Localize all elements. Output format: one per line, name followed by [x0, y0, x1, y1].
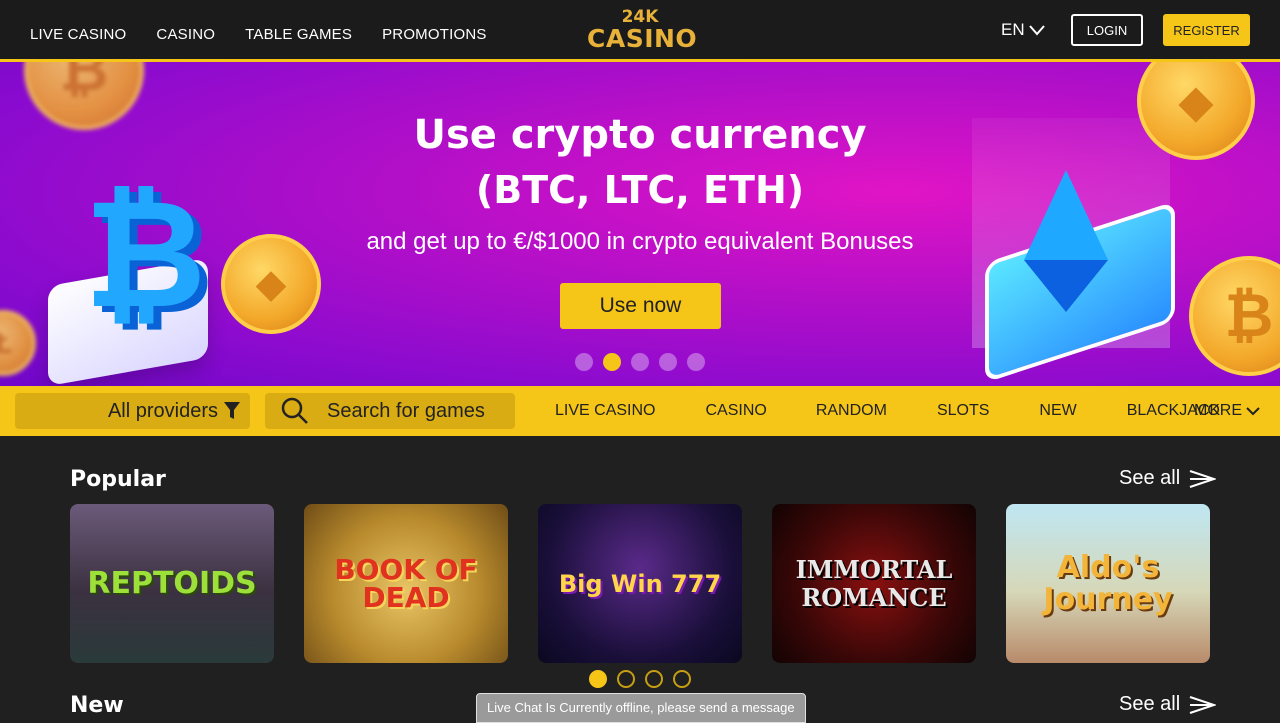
site-logo[interactable]: 24K CASINO	[587, 8, 698, 54]
category-tabs: LIVE CASINO CASINO RANDOM SLOTS NEW BLAC…	[555, 402, 1270, 420]
chevron-down-icon	[1028, 25, 1045, 36]
banner-dot[interactable]	[687, 353, 705, 371]
logo-bottom-text: CASINO	[587, 24, 698, 53]
game-search[interactable]	[265, 393, 515, 429]
popular-section-title: Popular	[70, 467, 166, 492]
game-tile-title: Aldo's Journey	[1043, 549, 1173, 617]
banner-title-line2: (BTC, LTC, ETH)	[475, 168, 805, 212]
game-tile[interactable]: Big Win 777	[538, 504, 742, 663]
more-label: MORE	[1194, 402, 1242, 419]
banner-dot[interactable]	[575, 353, 593, 371]
register-button[interactable]: REGISTER	[1163, 14, 1250, 46]
nav-table-games[interactable]: TABLE GAMES	[245, 26, 352, 43]
game-tile-title: Big Win 777	[558, 569, 722, 598]
promo-banner[interactable]: ₿ ◆ Ł ₿ ◆ ₿ Use crypto currency (BTC, LT…	[0, 62, 1280, 386]
site-header: LIVE CASINO CASINO TABLE GAMES PROMOTION…	[0, 0, 1280, 62]
main-nav: LIVE CASINO CASINO TABLE GAMES PROMOTION…	[30, 26, 487, 43]
litecoin-coin-icon: Ł	[0, 310, 36, 376]
banner-subtitle: and get up to €/$1000 in crypto equivale…	[366, 228, 914, 255]
live-chat-widget[interactable]: Live Chat Is Currently offline, please s…	[476, 693, 806, 723]
game-tile-title: REPTOIDS	[87, 566, 257, 601]
game-filter-bar: All providers LIVE CASINO CASINO RANDOM …	[0, 386, 1280, 436]
banner-dot-active[interactable]	[603, 353, 621, 371]
popular-pagination	[589, 670, 691, 688]
providers-label: All providers	[107, 399, 218, 422]
chevron-down-icon	[1246, 407, 1260, 416]
tab-casino[interactable]: CASINO	[705, 402, 766, 420]
language-selector[interactable]: EN	[1001, 20, 1045, 40]
tab-live-casino[interactable]: LIVE CASINO	[555, 402, 655, 420]
banner-dot[interactable]	[659, 353, 677, 371]
game-tile-title: BOOK OF DEAD	[334, 552, 478, 614]
carousel-dot[interactable]	[645, 670, 663, 688]
tab-random[interactable]: RANDOM	[816, 402, 887, 420]
game-tile[interactable]: Aldo's Journey	[1006, 504, 1210, 663]
banner-dot[interactable]	[631, 353, 649, 371]
game-tile[interactable]: IMMORTAL ROMANCE	[772, 504, 976, 663]
banner-title-line1: Use crypto currency	[413, 112, 867, 158]
carousel-dot[interactable]	[673, 670, 691, 688]
carousel-dot-active[interactable]	[589, 670, 607, 688]
bitcoin-coin-icon: ₿	[1189, 256, 1280, 376]
see-all-label: See all	[1119, 467, 1181, 489]
language-code: EN	[1001, 20, 1025, 39]
new-see-all-link[interactable]: See all	[1119, 693, 1217, 716]
game-tile[interactable]: REPTOIDS	[70, 504, 274, 663]
tab-new[interactable]: NEW	[1039, 402, 1076, 420]
providers-dropdown[interactable]: All providers	[15, 393, 250, 429]
carousel-dot[interactable]	[617, 670, 635, 688]
popular-games-row: REPTOIDS BOOK OF DEAD Big Win 777 IMMORT…	[70, 504, 1210, 663]
game-tile[interactable]: BOOK OF DEAD	[304, 504, 508, 663]
arrow-right-icon	[1189, 695, 1217, 714]
login-button[interactable]: LOGIN	[1071, 14, 1143, 46]
more-categories-button[interactable]: MORE	[1194, 402, 1260, 420]
use-now-button[interactable]: Use now	[560, 283, 721, 329]
nav-live-casino[interactable]: LIVE CASINO	[30, 26, 126, 43]
game-tile-title: IMMORTAL ROMANCE	[795, 554, 953, 612]
see-all-label: See all	[1119, 693, 1181, 715]
ethereum-3d-icon-bottom	[1024, 260, 1108, 312]
popular-see-all-link[interactable]: See all	[1119, 467, 1217, 490]
new-section-title: New	[70, 693, 124, 718]
search-input[interactable]	[327, 399, 497, 423]
search-icon	[281, 397, 308, 424]
nav-promotions[interactable]: PROMOTIONS	[382, 26, 487, 43]
arrow-right-icon	[1189, 469, 1217, 488]
nav-casino[interactable]: CASINO	[156, 26, 215, 43]
banner-pagination	[575, 353, 705, 371]
tab-slots[interactable]: SLOTS	[937, 402, 989, 420]
filter-icon	[224, 402, 240, 419]
